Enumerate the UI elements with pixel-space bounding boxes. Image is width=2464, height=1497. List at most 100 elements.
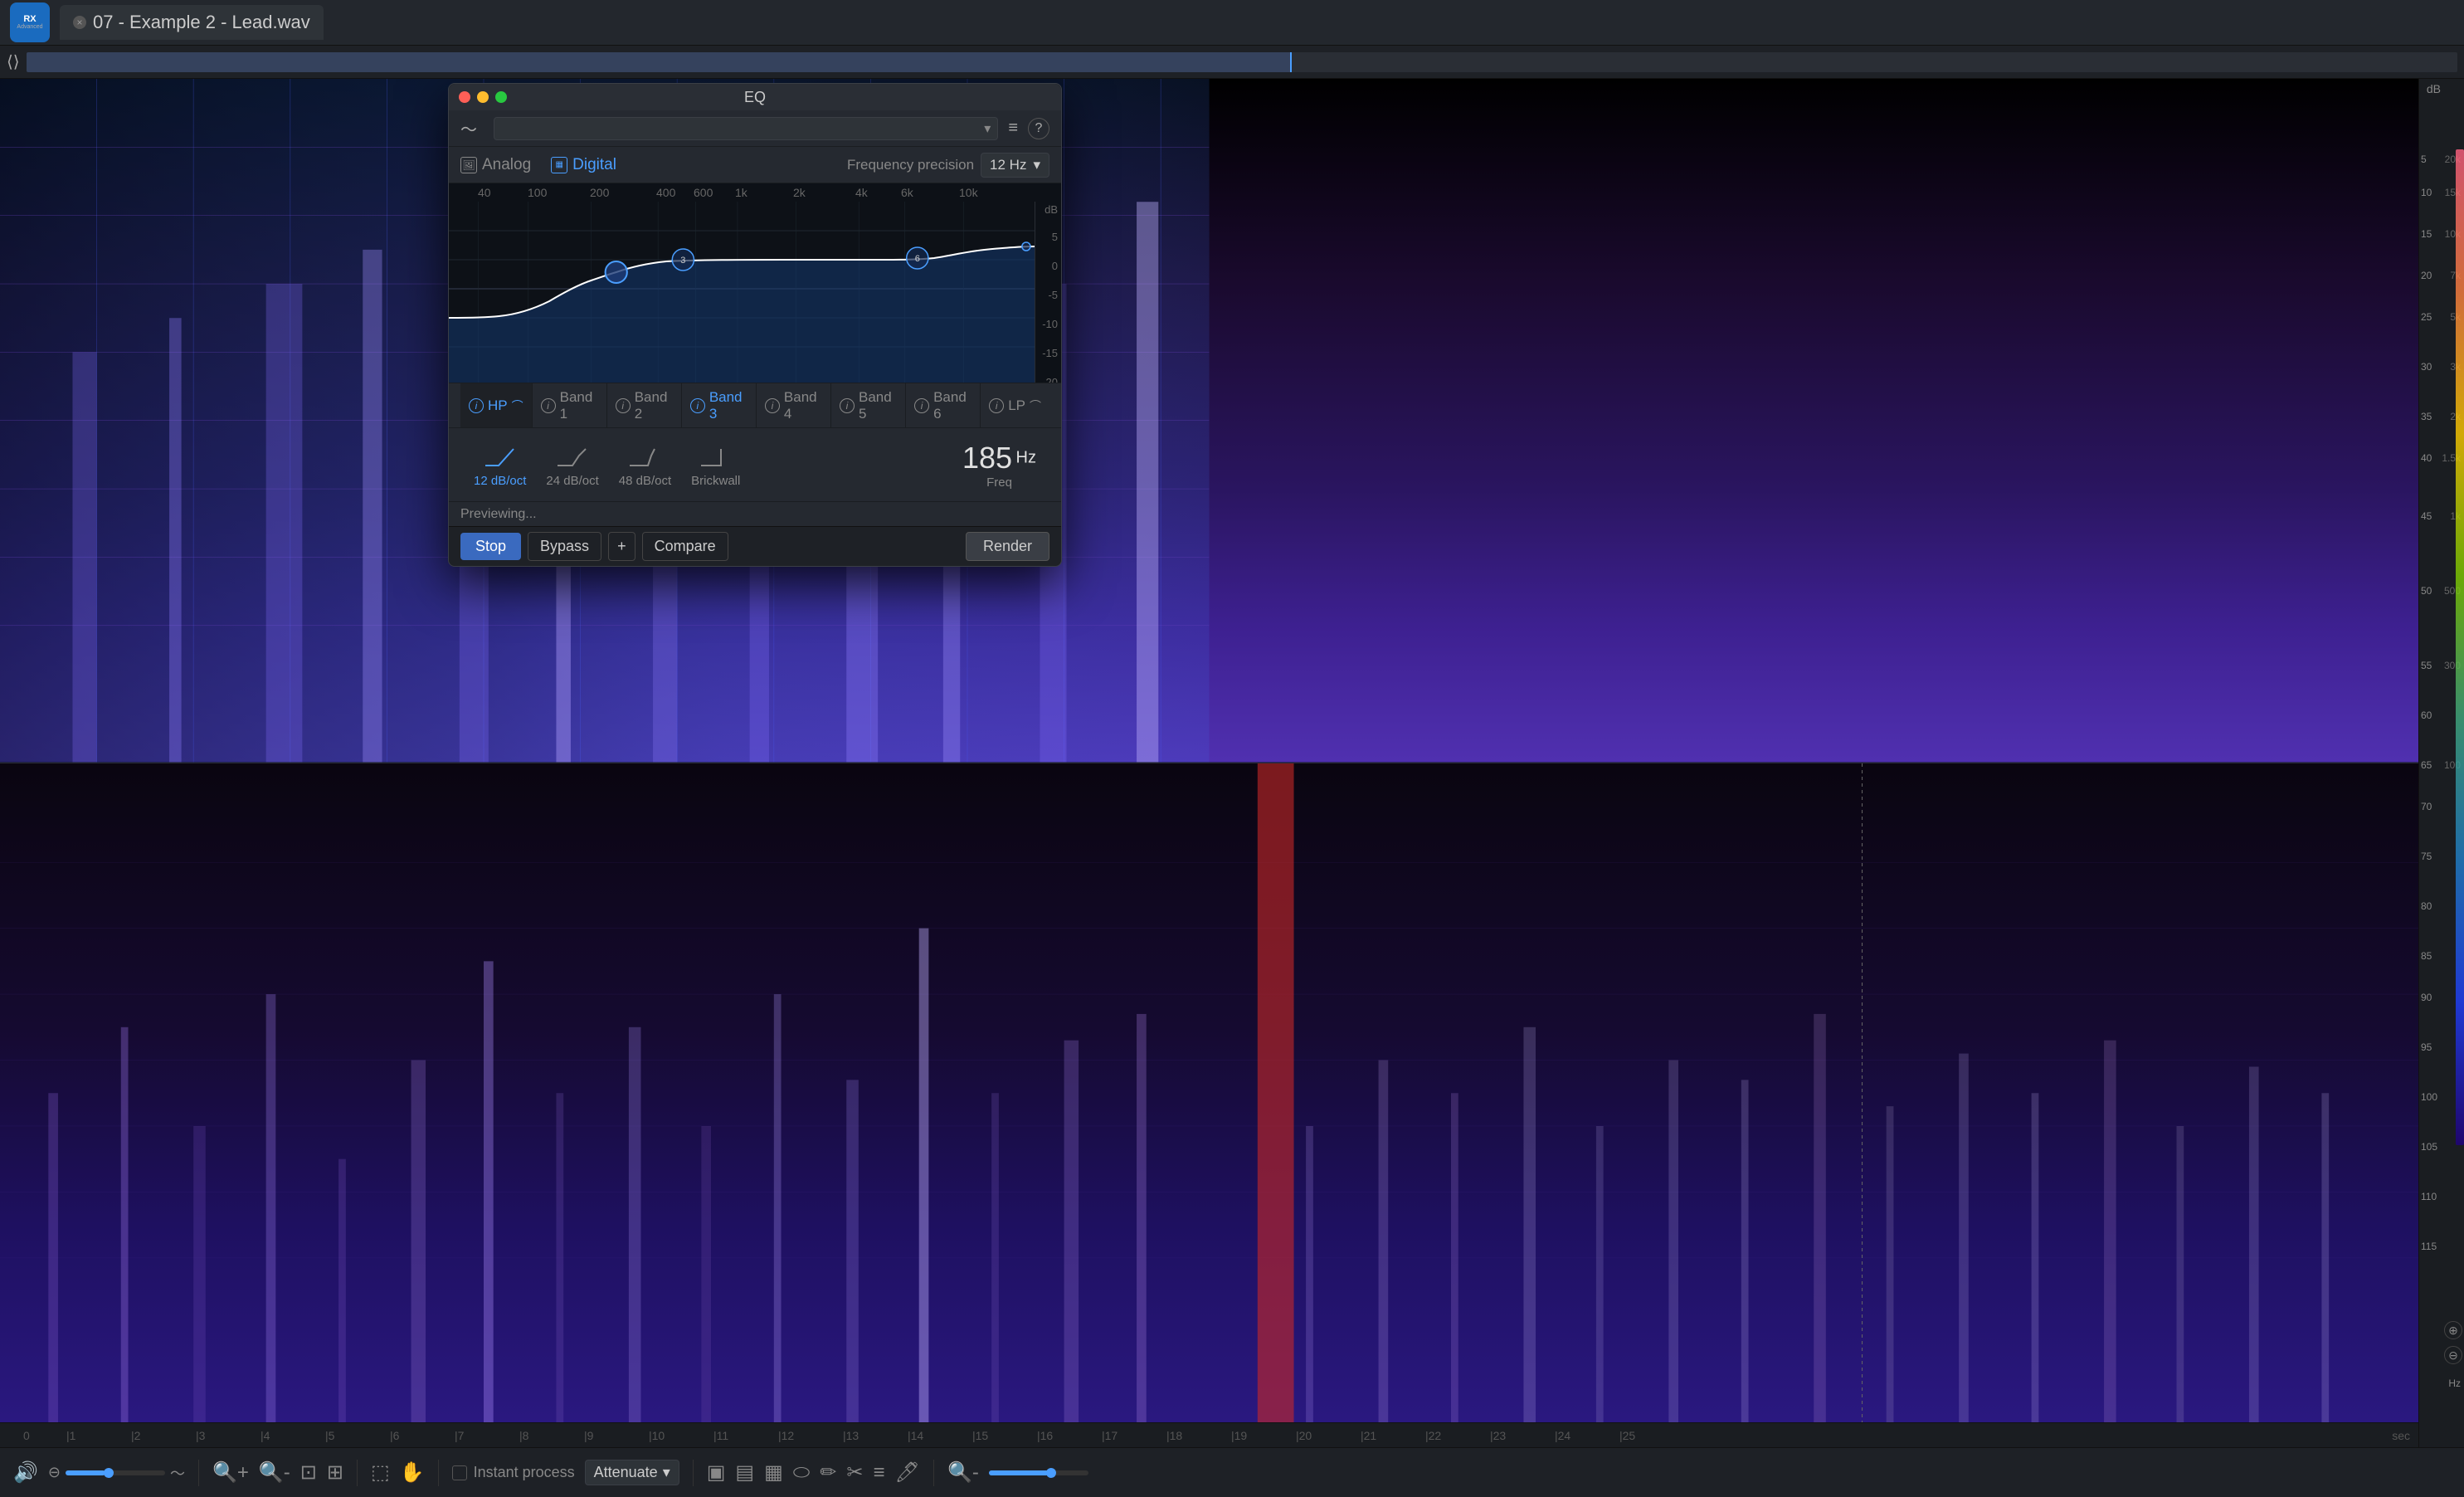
help-icon[interactable]: ?	[1028, 118, 1049, 139]
spectrogram-container[interactable]: L	[0, 79, 2418, 1447]
zoom-control[interactable]	[66, 1470, 165, 1475]
zoom-fit-button[interactable]: ⊕	[2444, 1321, 2462, 1339]
time-13: |13	[843, 1429, 859, 1442]
separator-4	[693, 1460, 694, 1486]
band-3-info-icon[interactable]: i	[690, 398, 705, 413]
instant-process-checkbox[interactable]	[452, 1465, 467, 1480]
dbr-50: 50	[2421, 585, 2432, 597]
timeline-bar[interactable]	[27, 52, 2457, 72]
slope-24db[interactable]: 24 dB/oct	[546, 442, 598, 488]
freq-precision-dropdown[interactable]: 12 Hz ▾	[981, 153, 1049, 178]
pan-tool-icon[interactable]: ✋	[400, 1460, 425, 1485]
pencil-tool-icon[interactable]: 🖊	[895, 1460, 920, 1485]
zoom-handle-right[interactable]	[1046, 1468, 1056, 1478]
waveform-view-icon[interactable]: 🔊	[13, 1460, 38, 1485]
attenuate-dropdown[interactable]: Attenuate ▾	[585, 1460, 679, 1485]
freq-label-2k: 2k	[793, 186, 806, 199]
band-tab-lp[interactable]: i LP ⌒	[981, 383, 1049, 427]
slope-48db[interactable]: 48 dB/oct	[619, 442, 671, 488]
slope-12db[interactable]: 12 dB/oct	[474, 442, 526, 488]
dbr-95: 95	[2421, 1041, 2432, 1053]
band-tab-1[interactable]: i Band 1	[533, 383, 607, 427]
logo-text: RX Advanced	[17, 15, 42, 30]
band-hp-label: HP	[488, 397, 508, 414]
zoom-out-tool-icon[interactable]: 🔍-	[259, 1460, 290, 1485]
slope-brickwall[interactable]: Brickwall	[691, 442, 740, 488]
menu-icon[interactable]: ≡	[1008, 119, 1018, 138]
transport-bar: ⟨⟩	[0, 46, 2464, 79]
brush-tool-icon[interactable]: ✏	[820, 1460, 836, 1485]
tab-lead-wav[interactable]: × 07 - Example 2 - Lead.wav	[60, 5, 324, 40]
time-18: |18	[1166, 1429, 1182, 1442]
band-tab-6[interactable]: i Band 6	[906, 383, 981, 427]
bypass-button[interactable]: Bypass	[528, 532, 601, 561]
dbr-65: 65	[2421, 759, 2432, 771]
eq-graph[interactable]: 40 100 200 400 600 1k 2k 4k 6k 10k dB 5 …	[449, 183, 1061, 383]
band-4-label: Band 4	[784, 389, 822, 422]
band-2-info-icon[interactable]: i	[616, 398, 631, 413]
expand-icon[interactable]: ⟨⟩	[7, 51, 20, 72]
band-tab-2[interactable]: i Band 2	[607, 383, 682, 427]
band-1-info-icon[interactable]: i	[541, 398, 556, 413]
db-axis: dB 5 0 -5 -10 -15 -20	[1035, 202, 1061, 383]
time-unit: sec	[2392, 1429, 2410, 1442]
select-tool-icon[interactable]: ⬚	[371, 1460, 390, 1485]
hz-label: Hz	[2448, 1378, 2461, 1389]
time-select-icon[interactable]: ▦	[764, 1460, 783, 1485]
stop-button[interactable]: Stop	[460, 533, 521, 560]
spectrogram-top-channel[interactable]: L	[0, 79, 2418, 763]
digital-tab[interactable]: ▦ Digital	[551, 156, 616, 174]
dbr-60: 60	[2421, 709, 2432, 721]
freq-select-icon[interactable]: ▤	[735, 1460, 754, 1485]
render-button[interactable]: Render	[966, 532, 1049, 561]
band-tab-4[interactable]: i Band 4	[757, 383, 831, 427]
preset-dropdown[interactable]: ▾	[494, 117, 998, 140]
band-hp-info-icon[interactable]: i	[469, 398, 484, 413]
eraser-tool-icon[interactable]: ✂	[846, 1460, 863, 1485]
band-tab-hp[interactable]: i HP ⌒	[460, 383, 533, 427]
instant-process-control: Instant process	[452, 1464, 575, 1481]
spectrogram-bottom-channel[interactable]: R	[0, 763, 2418, 1423]
compare-button[interactable]: Compare	[642, 532, 728, 561]
freq-label-1k: 1k	[735, 186, 747, 199]
freq-label-100: 100	[528, 186, 547, 199]
zoom-fill	[66, 1470, 105, 1475]
zoom-in-tool-icon[interactable]: 🔍+	[212, 1460, 249, 1485]
window-close-btn[interactable]	[459, 91, 470, 103]
zoom-fit-tool-icon[interactable]: ⊡	[300, 1460, 317, 1485]
dbr-35: 35	[2421, 411, 2432, 422]
db-label-n20: -20	[1042, 376, 1058, 383]
band-6-info-icon[interactable]: i	[914, 398, 929, 413]
dbr-20: 20	[2421, 270, 2432, 281]
window-minimize-btn[interactable]	[477, 91, 489, 103]
tab-close-button[interactable]: ×	[73, 16, 86, 29]
list-tool-icon[interactable]: ≡	[874, 1461, 885, 1485]
plus-button[interactable]: +	[608, 532, 635, 561]
spec-svg-top	[0, 79, 2418, 763]
window-maximize-btn[interactable]	[495, 91, 507, 103]
zoom-handle[interactable]	[104, 1468, 114, 1478]
zoom-out-right-icon[interactable]: 🔍-	[947, 1460, 979, 1485]
separator-3	[438, 1460, 439, 1486]
slope-24db-label: 24 dB/oct	[546, 474, 598, 488]
zoom-out-freq-button[interactable]: ⊖	[2444, 1346, 2462, 1364]
band-4-info-icon[interactable]: i	[765, 398, 780, 413]
band-tab-5[interactable]: i Band 5	[831, 383, 906, 427]
band-1-label: Band 1	[560, 389, 598, 422]
tab-bar: × 07 - Example 2 - Lead.wav	[60, 5, 2454, 40]
separator-2	[357, 1460, 358, 1486]
slope-12db-label: 12 dB/oct	[474, 474, 526, 488]
band-tab-3[interactable]: i Band 3	[682, 383, 757, 427]
zoom-out-icon[interactable]: ⊖	[48, 1464, 61, 1481]
lasso-select-icon[interactable]: ⬭	[793, 1461, 811, 1485]
zoom-control-right[interactable]	[989, 1470, 1088, 1475]
slope-12db-icon	[482, 442, 519, 469]
freq-precision-label: Frequency precision	[847, 157, 974, 173]
band-lp-info-icon[interactable]: i	[989, 398, 1004, 413]
time-7: |7	[455, 1429, 464, 1442]
analog-tab[interactable]: 🖼 Analog	[460, 156, 531, 174]
rect-select-icon[interactable]: ▣	[707, 1460, 726, 1485]
band-5-info-icon[interactable]: i	[840, 398, 855, 413]
timeline-progress	[27, 52, 1291, 72]
zoom-to-selection-icon[interactable]: ⊞	[327, 1460, 343, 1485]
